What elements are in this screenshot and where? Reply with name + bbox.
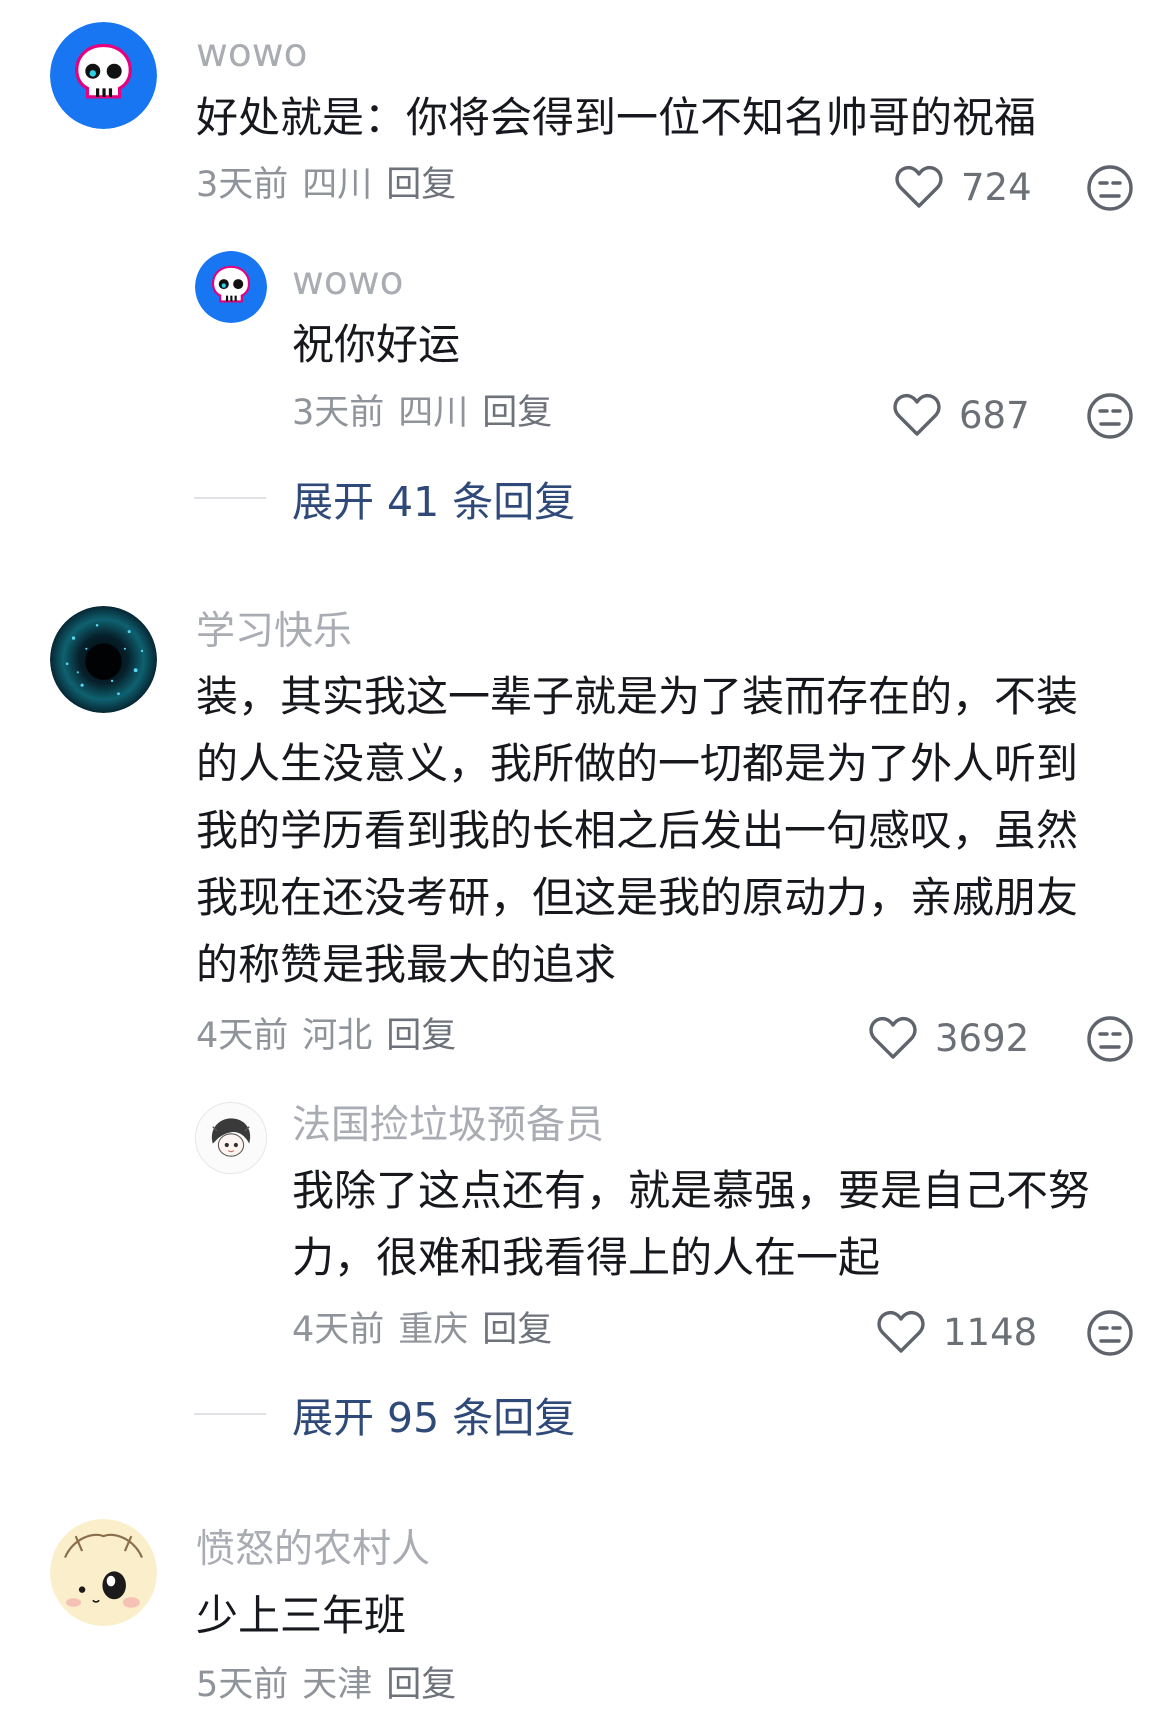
cartoon-bunny-avatar-icon xyxy=(50,1519,157,1626)
comment-location: 河北 xyxy=(302,1016,373,1056)
comment-text: 装，其实我这一辈子就是为了装而存在的，不装的人生没意义，我所做的一切都是为了外人… xyxy=(196,672,1079,989)
skull-icon xyxy=(195,251,267,323)
reply-time: 3天前 xyxy=(292,393,385,433)
anime-girl-avatar-icon xyxy=(196,1103,266,1173)
dislike-button[interactable] xyxy=(1086,164,1134,212)
reply-username[interactable]: wowo xyxy=(292,262,404,301)
dislike-face-icon xyxy=(1087,393,1133,439)
heart-icon xyxy=(893,393,941,436)
comment-meta: 5天前 天津 回复 xyxy=(196,1668,470,1703)
dark-galaxy-avatar-icon xyxy=(50,606,157,713)
reply-avatar[interactable] xyxy=(195,1102,267,1174)
comment-meta: 4天前 河北 回复 xyxy=(196,1019,470,1054)
divider xyxy=(194,497,266,499)
comment-text: 好处就是：你将会得到一位不知名帅哥的祝福 xyxy=(196,93,1037,142)
comment-username[interactable]: 愤怒的农村人 xyxy=(196,1530,430,1569)
expand-replies-label: 展开 41 条回复 xyxy=(292,478,576,526)
divider xyxy=(194,1413,266,1415)
comment-location: 四川 xyxy=(302,165,373,205)
dislike-face-icon xyxy=(1087,1310,1133,1356)
skull-icon xyxy=(50,22,157,129)
like-button[interactable]: 3692 xyxy=(869,1016,1029,1060)
reply-button[interactable]: 回复 xyxy=(482,1310,552,1350)
like-button[interactable]: 724 xyxy=(895,165,1032,209)
dislike-button[interactable] xyxy=(1086,392,1134,440)
comment-location: 天津 xyxy=(302,1665,373,1705)
reply-button[interactable]: 回复 xyxy=(482,393,552,433)
comment-username[interactable]: 学习快乐 xyxy=(196,612,352,651)
comment-text: 少上三年班 xyxy=(196,1591,407,1640)
reply-meta: 4天前 重庆 回复 xyxy=(292,1313,566,1348)
reply-avatar[interactable] xyxy=(195,251,267,323)
dislike-button[interactable] xyxy=(1086,1015,1134,1063)
like-button[interactable]: 687 xyxy=(893,393,1030,437)
heart-icon xyxy=(877,1310,925,1353)
expand-replies-button[interactable]: 展开 41 条回复 xyxy=(194,468,575,528)
dislike-face-icon xyxy=(1087,1016,1133,1062)
comment-time: 5天前 xyxy=(196,1665,289,1705)
reply-text: 祝你好运 xyxy=(292,320,461,369)
reply-location: 重庆 xyxy=(398,1310,469,1350)
dislike-button[interactable] xyxy=(1086,1309,1134,1357)
heart-icon xyxy=(895,165,943,208)
expand-replies-label: 展开 95 条回复 xyxy=(292,1394,576,1442)
avatar[interactable] xyxy=(50,1519,157,1626)
like-count: 3692 xyxy=(935,1016,1030,1060)
reply-time: 4天前 xyxy=(292,1310,385,1350)
like-button[interactable]: 1148 xyxy=(877,1310,1037,1354)
reply-button[interactable]: 回复 xyxy=(386,1665,456,1705)
reply-meta: 3天前 四川 回复 xyxy=(292,396,566,431)
like-count: 1148 xyxy=(943,1310,1038,1354)
comment-time: 4天前 xyxy=(196,1016,289,1056)
reply-username[interactable]: 法国捡垃圾预备员 xyxy=(292,1106,604,1145)
heart-icon xyxy=(869,1016,917,1059)
dislike-face-icon xyxy=(1087,165,1133,211)
expand-replies-button[interactable]: 展开 95 条回复 xyxy=(194,1384,575,1444)
avatar[interactable] xyxy=(50,606,157,713)
comment-time: 3天前 xyxy=(196,165,289,205)
avatar[interactable] xyxy=(50,22,157,129)
reply-button[interactable]: 回复 xyxy=(386,165,456,205)
reply-text: 我除了这点还有，就是慕强，要是自己不努力，很难和我看得上的人在一起 xyxy=(292,1166,1091,1282)
reply-location: 四川 xyxy=(398,393,469,433)
comment-meta: 3天前 四川 回复 xyxy=(196,168,470,203)
reply-button[interactable]: 回复 xyxy=(386,1016,456,1056)
like-count: 687 xyxy=(959,393,1030,437)
comment-username[interactable]: wowo xyxy=(196,34,308,73)
like-count: 724 xyxy=(961,165,1032,209)
